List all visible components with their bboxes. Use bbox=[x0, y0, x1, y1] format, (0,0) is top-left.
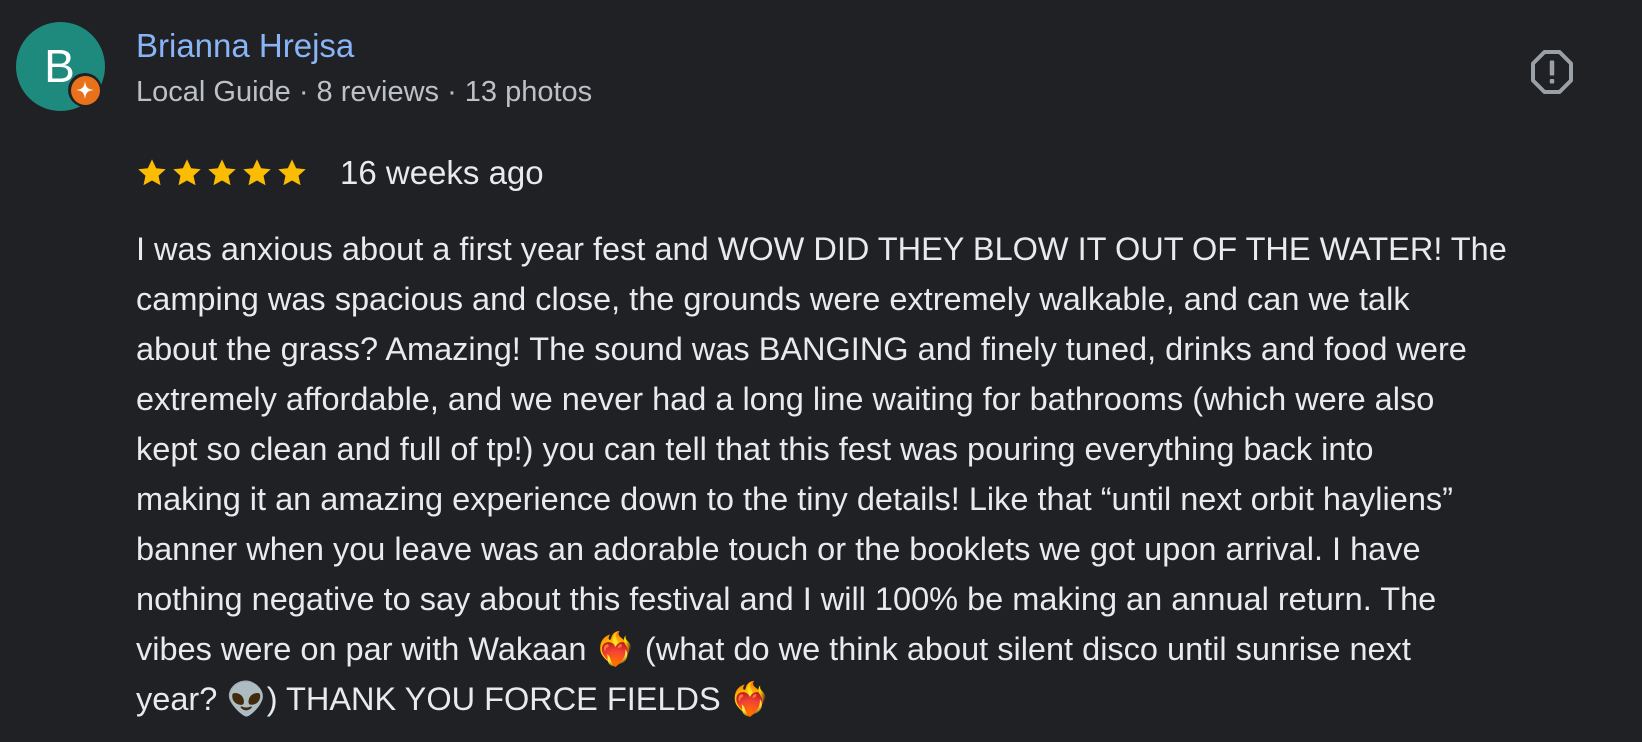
rating-row: 16 weeks ago bbox=[136, 150, 544, 196]
star-icon bbox=[208, 159, 236, 186]
review-text: I was anxious about a first year fest an… bbox=[136, 231, 1507, 717]
reviewer-meta: Local Guide · 8 reviews · 13 photos bbox=[136, 76, 593, 108]
star-icon bbox=[138, 159, 166, 186]
star-icon bbox=[173, 159, 201, 186]
reviewer-name[interactable]: Brianna Hrejsa bbox=[136, 24, 354, 68]
review-card: B Brianna Hrejsa Local Guide · 8 reviews… bbox=[0, 0, 1642, 742]
local-guide-star-icon bbox=[70, 75, 100, 105]
local-guide-badge bbox=[68, 73, 102, 107]
report-review-button[interactable] bbox=[1526, 46, 1578, 98]
star-rating bbox=[136, 157, 308, 189]
star-icon bbox=[278, 159, 306, 186]
star-icon bbox=[243, 159, 271, 186]
review-date: 16 weeks ago bbox=[340, 154, 544, 191]
report-octagon-icon bbox=[1531, 50, 1573, 94]
